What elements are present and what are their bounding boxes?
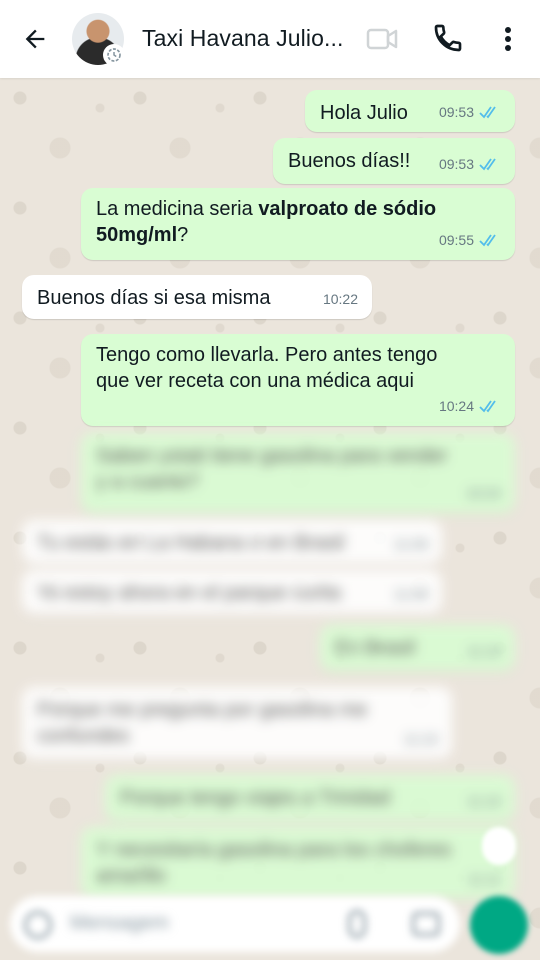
mic-button[interactable] (470, 896, 528, 954)
message-meta: 09:53 (439, 99, 501, 125)
arrow-left-icon (25, 29, 45, 49)
message-bubble-outgoing[interactable]: Buenos días!! 09:53 (273, 138, 515, 184)
contact-name[interactable]: Taxi Havana Julio... (142, 25, 343, 52)
message-bubble-outgoing[interactable]: La medicina seria valproato de sódio 50m… (81, 188, 515, 260)
message-time: 11:10 (467, 793, 501, 809)
message-time: 09:53 (438, 156, 474, 172)
message-meta: 10:24 (439, 393, 501, 419)
message-time: 10:24 (465, 485, 501, 501)
video-call-button[interactable] (365, 25, 399, 53)
message-text: Porque tengo viajes a Trinidad (120, 787, 391, 809)
paperclip-icon[interactable] (348, 910, 366, 938)
read-ticks-icon (479, 400, 496, 413)
message-bubble-incoming[interactable]: Tu estás en La Habana o en Brasil 11:09 (22, 520, 442, 564)
emoji-icon[interactable] (24, 911, 52, 939)
message-text: Yo estoy ahora en el parque curita (37, 582, 341, 604)
message-time: 11:10 (467, 643, 501, 659)
camera-icon[interactable] (412, 912, 440, 936)
message-time: 10:24 (438, 398, 474, 414)
message-text: En Brasil (335, 637, 416, 659)
message-bubble-outgoing[interactable]: Tengo como llevarla. Pero antes tengo qu… (81, 334, 515, 426)
message-text: Hola Julio (320, 102, 408, 124)
message-bubble-outgoing[interactable]: Porque tengo viajes a Trinidad 11:10 (105, 775, 515, 821)
message-text: Buenos días!! (288, 150, 411, 172)
scroll-down-button[interactable] (482, 827, 516, 865)
phone-icon (434, 24, 462, 52)
message-time: 09:53 (438, 104, 474, 120)
blurred-conversation: Saben ystati tiene gasolina para vender y… (0, 425, 540, 960)
message-input-placeholder: Mensagem (70, 912, 169, 934)
more-options-button[interactable] (494, 22, 522, 56)
message-bubble-outgoing[interactable]: Hola Julio 09:53 (305, 90, 515, 132)
message-text: Buenos días si esa misma (37, 287, 271, 309)
message-text: Porque me pregunta por gasolina me confun… (37, 699, 368, 747)
message-meta: 09:55 (439, 227, 501, 253)
message-text: La medicina seria valproato de sódio 50m… (96, 198, 437, 246)
message-text: Y necesitaría gasolina para los choferes… (96, 839, 452, 887)
message-composer: Mensagem (0, 888, 540, 960)
message-time: 10:22 (322, 291, 358, 307)
read-ticks-icon (479, 234, 496, 247)
message-bubble-incoming[interactable]: Porque me pregunta por gasolina me confun… (22, 687, 452, 759)
message-time: 11:09 (394, 536, 428, 552)
message-bubble-outgoing[interactable]: Saben ystati tiene gasolina para vender y… (81, 433, 515, 513)
voice-call-button[interactable] (432, 22, 466, 56)
message-meta: 09:53 (439, 151, 501, 177)
chat-header: Taxi Havana Julio... (0, 0, 540, 78)
message-text: Saben ystati tiene gasolina para vender y… (96, 445, 448, 493)
read-ticks-icon (479, 106, 496, 119)
read-ticks-icon (479, 158, 496, 171)
message-meta: 10:22 (323, 286, 358, 312)
message-bubble-incoming[interactable]: Buenos días si esa misma 10:22 (22, 275, 372, 319)
message-bubble-incoming[interactable]: Yo estoy ahora en el parque curita 11:09 (22, 570, 442, 614)
message-text: Tengo como llevarla. Pero antes tengo qu… (96, 344, 438, 392)
message-time: 11:10 (404, 731, 438, 747)
message-bubble-outgoing[interactable]: En Brasil 11:10 (320, 625, 515, 671)
message-time: 09:55 (438, 232, 474, 248)
message-text: Tu estás en La Habana o en Brasil (37, 532, 345, 554)
status-ring-icon (103, 44, 125, 66)
video-camera-icon (366, 28, 398, 50)
message-time: 11:09 (394, 586, 428, 602)
more-vertical-icon (505, 27, 511, 51)
back-button[interactable] (18, 22, 52, 56)
